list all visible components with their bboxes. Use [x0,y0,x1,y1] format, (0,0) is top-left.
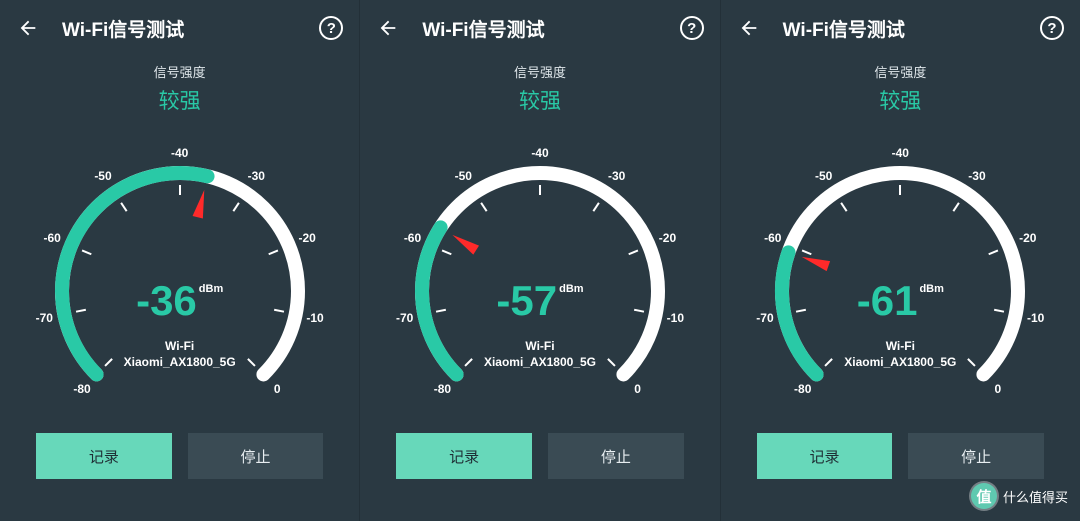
back-button[interactable] [737,16,761,40]
header: Wi-Fi信号测试 ? [721,0,1080,56]
watermark: 值 什么值得买 [971,483,1068,509]
record-button[interactable]: 记录 [396,433,532,479]
stop-button[interactable]: 停止 [908,433,1044,479]
gauge-value-number: -57 [496,277,557,325]
gauge: -36dBm Wi-Fi Xiaomi_AX1800_5G -80 -70 -60 -… [20,121,340,421]
gauge-value: -36dBm [20,277,340,325]
help-icon: ? [687,20,696,37]
gauge-value-unit: dBm [559,283,583,295]
gauge: -61dBm Wi-Fi Xiaomi_AX1800_5G -80 -70 -60 -… [740,121,1060,421]
help-button[interactable]: ? [319,16,343,40]
network-type-label: Wi-Fi [740,339,1060,353]
gauge-tick-label: 0 [634,382,641,396]
record-button[interactable]: 记录 [36,433,172,479]
gauge-tick-label: -50 [455,169,472,183]
gauge-tick-label: -60 [43,231,60,245]
signal-strength-label: 信号强度 [360,62,719,81]
button-row: 记录 停止 [721,433,1080,479]
help-icon: ? [327,20,336,37]
signal-strength-label: 信号强度 [0,62,359,81]
help-button[interactable]: ? [680,16,704,40]
gauge-tick-label: -30 [248,169,265,183]
button-row: 记录 停止 [0,433,359,479]
page-title: Wi-Fi信号测试 [783,15,905,42]
gauge-tick-label: -40 [531,146,548,160]
gauge-tick-label: -70 [396,311,413,325]
arrow-left-icon [377,17,399,39]
arrow-left-icon [17,17,39,39]
back-button[interactable] [16,16,40,40]
watermark-text: 什么值得买 [1003,487,1068,506]
gauge-tick-label: 0 [274,382,281,396]
app-triple-view: Wi-Fi信号测试 ? 信号强度 较强 -36dBm Wi-Fi Xiaomi_… [0,0,1080,521]
help-icon: ? [1047,20,1056,37]
gauge: -57dBm Wi-Fi Xiaomi_AX1800_5G -80 -70 -60 -… [380,121,700,421]
gauge-tick-label: -20 [1019,231,1036,245]
header: Wi-Fi信号测试 ? [0,0,359,56]
network-ssid: Xiaomi_AX1800_5G [740,355,1060,369]
gauge-tick-label: -80 [434,382,451,396]
gauge-value: -61dBm [740,277,1060,325]
signal-rating: 较强 [721,85,1080,115]
signal-rating: 较强 [360,85,719,115]
gauge-tick-label: -10 [306,311,323,325]
gauge-tick-label: -80 [794,382,811,396]
gauge-tick-label: -20 [298,231,315,245]
gauge-tick-label: -30 [608,169,625,183]
gauge-tick-label: -40 [892,146,909,160]
gauge-tick-label: -50 [94,169,111,183]
gauge-tick-label: -70 [756,311,773,325]
gauge-tick-label: -10 [667,311,684,325]
gauge-value-number: -61 [857,277,918,325]
record-button[interactable]: 记录 [757,433,893,479]
watermark-badge: 值 [971,483,997,509]
gauge-tick-label: -60 [404,231,421,245]
help-button[interactable]: ? [1040,16,1064,40]
gauge-tick-label: -80 [73,382,90,396]
page-title: Wi-Fi信号测试 [62,15,184,42]
signal-strength-label: 信号强度 [721,62,1080,81]
gauge-tick-label: -10 [1027,311,1044,325]
gauge-value-unit: dBm [919,283,943,295]
gauge-value: -57dBm [380,277,700,325]
arrow-left-icon [738,17,760,39]
button-row: 记录 停止 [360,433,719,479]
gauge-value-number: -36 [136,277,197,325]
gauge-tick-label: -40 [171,146,188,160]
network-type-label: Wi-Fi [20,339,340,353]
header: Wi-Fi信号测试 ? [360,0,719,56]
gauge-tick-label: -60 [764,231,781,245]
stop-button[interactable]: 停止 [548,433,684,479]
network-ssid: Xiaomi_AX1800_5G [380,355,700,369]
signal-rating: 较强 [0,85,359,115]
signal-test-panel: Wi-Fi信号测试 ? 信号强度 较强 -61dBm Wi-Fi Xiaomi_… [720,0,1080,521]
gauge-tick-label: 0 [995,382,1002,396]
signal-test-panel: Wi-Fi信号测试 ? 信号强度 较强 -36dBm Wi-Fi Xiaomi_… [0,0,359,521]
network-ssid: Xiaomi_AX1800_5G [20,355,340,369]
gauge-tick-label: -50 [815,169,832,183]
back-button[interactable] [376,16,400,40]
gauge-tick-label: -70 [36,311,53,325]
page-title: Wi-Fi信号测试 [422,15,544,42]
gauge-tick-label: -30 [968,169,985,183]
gauge-value-unit: dBm [199,283,223,295]
network-type-label: Wi-Fi [380,339,700,353]
gauge-tick-label: -20 [659,231,676,245]
signal-test-panel: Wi-Fi信号测试 ? 信号强度 较强 -57dBm Wi-Fi Xiaomi_… [359,0,719,521]
stop-button[interactable]: 停止 [188,433,324,479]
